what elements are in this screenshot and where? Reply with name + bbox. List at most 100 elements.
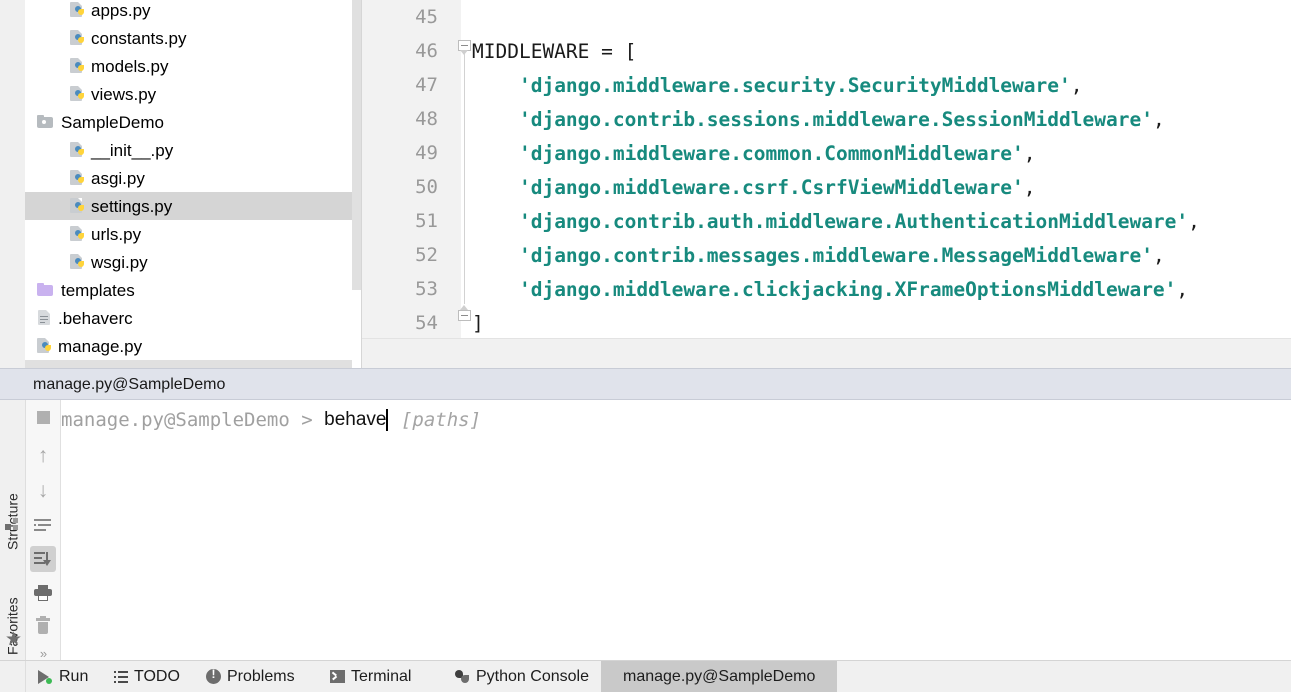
code-fold-rail	[464, 54, 465, 304]
code-line-text: 'django.contrib.sessions.middleware.Sess…	[472, 102, 1165, 136]
line-number: 46	[415, 40, 438, 62]
stop-button[interactable]	[30, 404, 56, 430]
status-bar-left-gap	[0, 661, 26, 692]
folder-purple-icon	[37, 282, 55, 298]
tree-item-label: manage.py	[58, 336, 143, 356]
code-line[interactable]: 53 'django.middleware.clickjacking.XFram…	[362, 272, 1291, 306]
python-file-icon	[70, 29, 86, 47]
tree-item[interactable]: constants.py	[25, 24, 361, 52]
code-line[interactable]: 52 'django.contrib.messages.middleware.M…	[362, 238, 1291, 272]
bottom-status-bar: Run TODO Problems Terminal Python Consol…	[0, 660, 1291, 692]
tree-item-partial[interactable]	[25, 360, 352, 368]
run-console-output[interactable]: manage.py@SampleDemo > behave [paths]	[61, 400, 1291, 660]
code-line[interactable]: 45	[362, 0, 1291, 34]
run-icon	[38, 669, 53, 684]
soft-wrap-button[interactable]	[30, 512, 56, 538]
problems-icon	[206, 667, 221, 684]
tree-item[interactable]: templates	[25, 276, 361, 304]
code-token-str: 'django.contrib.sessions.middleware.Sess…	[518, 107, 1153, 131]
run-panel-header[interactable]: manage.py@SampleDemo	[0, 368, 1291, 400]
terminal-icon	[330, 670, 345, 683]
tree-item-label: wsgi.py	[91, 252, 148, 272]
python-console-icon	[455, 669, 470, 684]
project-file-tree[interactable]: apps.py constants.py models.py views.py Samp…	[25, 0, 361, 368]
trash-icon	[36, 616, 50, 634]
python-file-icon	[70, 253, 86, 271]
status-item-problems[interactable]: Problems	[196, 661, 305, 692]
code-token-punc: ,	[1070, 73, 1083, 97]
code-line[interactable]: 50 'django.middleware.csrf.CsrfViewMiddl…	[362, 170, 1291, 204]
code-token-str: 'django.contrib.messages.middleware.Mess…	[518, 243, 1153, 267]
tree-item[interactable]: manage.py	[25, 332, 361, 360]
tree-item[interactable]: settings.py	[25, 192, 361, 220]
status-item-manage-py[interactable]: manage.py@SampleDemo	[601, 661, 838, 692]
star-icon: ★	[5, 629, 23, 650]
tree-item-label: .behaverc	[58, 308, 133, 328]
tree-item[interactable]: __init__.py	[25, 136, 361, 164]
tree-item-label: apps.py	[91, 0, 151, 20]
scroll-to-end-button[interactable]	[30, 546, 56, 572]
code-line[interactable]: 48 'django.contrib.sessions.middleware.S…	[362, 102, 1291, 136]
status-item-run[interactable]: Run	[28, 661, 98, 692]
code-line[interactable]: 49 'django.middleware.common.CommonMiddl…	[362, 136, 1291, 170]
run-panel-toolbar: ↑ ↓ »	[26, 400, 61, 661]
tree-item[interactable]: SampleDemo	[25, 108, 361, 136]
code-line-text: 'django.middleware.clickjacking.XFrameOp…	[472, 272, 1188, 306]
status-item-todo[interactable]: TODO	[104, 661, 190, 692]
python-file-icon	[70, 141, 86, 159]
status-item-todo-label: TODO	[134, 667, 180, 685]
python-file-icon	[70, 85, 86, 103]
todo-icon	[114, 670, 128, 683]
code-line[interactable]: 51 'django.contrib.auth.middleware.Authe…	[362, 204, 1291, 238]
console-prompt-prefix: manage.py@SampleDemo	[61, 409, 290, 431]
code-token-punc: ,	[1152, 107, 1165, 131]
status-item-python-console[interactable]: Python Console	[445, 661, 599, 692]
code-token-punc: ,	[1023, 175, 1036, 199]
clear-all-button[interactable]	[30, 613, 56, 639]
print-icon	[34, 585, 52, 601]
down-button[interactable]: ↓	[30, 477, 56, 503]
editor-bottom-strip	[362, 338, 1291, 368]
code-token-punc: ,	[1152, 243, 1165, 267]
line-number: 47	[415, 74, 438, 96]
tree-item[interactable]: asgi.py	[25, 164, 361, 192]
tree-item[interactable]: wsgi.py	[25, 248, 361, 276]
code-line[interactable]: 46 MIDDLEWARE = [	[362, 34, 1291, 68]
status-item-manage-py-label: manage.py@SampleDemo	[623, 667, 816, 685]
arrow-down-icon: ↓	[37, 478, 49, 502]
tree-item[interactable]: views.py	[25, 80, 361, 108]
up-button[interactable]: ↑	[30, 442, 56, 468]
python-file-icon	[70, 57, 86, 75]
tree-item-label: asgi.py	[91, 168, 145, 188]
tree-item[interactable]: .behaverc	[25, 304, 361, 332]
project-tree-scrollbar[interactable]	[352, 0, 361, 290]
sidebar-tab-structure[interactable]: Structure	[0, 440, 25, 550]
tree-item[interactable]: models.py	[25, 52, 361, 80]
code-line[interactable]: 54]	[362, 306, 1291, 340]
status-item-terminal[interactable]: Terminal	[320, 661, 421, 692]
line-number: 54	[415, 312, 438, 334]
tree-item-label: settings.py	[91, 196, 173, 216]
code-line-text: 'django.contrib.auth.middleware.Authenti…	[472, 204, 1200, 238]
code-token-punc: ,	[1176, 277, 1189, 301]
tree-item[interactable]: urls.py	[25, 220, 361, 248]
tree-item-label: models.py	[91, 56, 169, 76]
run-panel: Structure Favorites ★ ↑ ↓	[0, 400, 1291, 661]
code-fold-close-icon[interactable]	[458, 305, 471, 321]
python-file-icon	[37, 337, 53, 355]
console-prompt-separator: >	[301, 409, 313, 431]
python-file-icon	[70, 225, 86, 243]
code-line-text: ]	[472, 306, 484, 340]
tree-item-label: templates	[61, 280, 135, 300]
code-line-text: 'django.middleware.csrf.CsrfViewMiddlewa…	[472, 170, 1036, 204]
console-command-input[interactable]: behave	[324, 409, 386, 431]
arrow-up-icon: ↑	[37, 443, 49, 467]
code-line[interactable]: 47 'django.middleware.security.SecurityM…	[362, 68, 1291, 102]
console-prompt-line[interactable]: manage.py@SampleDemo > behave [paths]	[61, 400, 481, 440]
print-button[interactable]	[30, 580, 56, 606]
tree-item[interactable]: apps.py	[25, 0, 361, 24]
code-editor[interactable]: 45 46 MIDDLEWARE = [47 'django.middleware.…	[362, 0, 1291, 368]
